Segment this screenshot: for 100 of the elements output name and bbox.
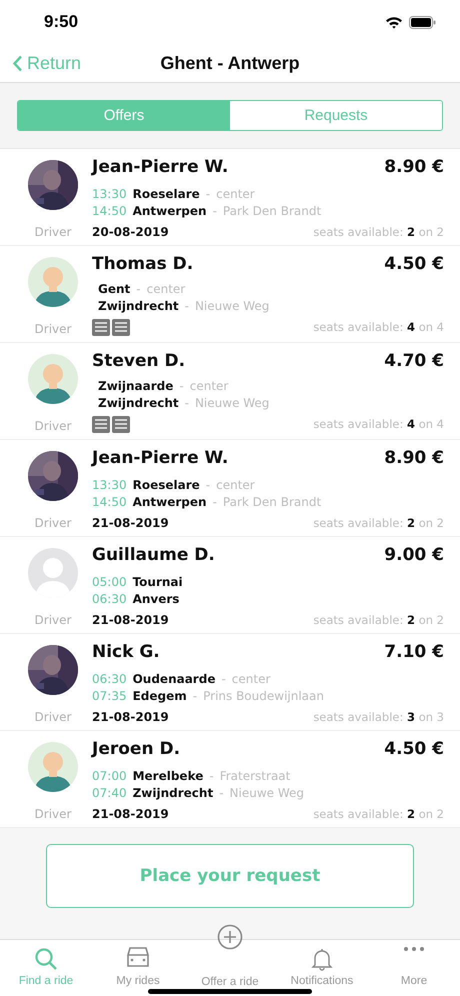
- ride-date: 21-08-2019: [92, 613, 169, 627]
- stop-city: Antwerpen: [132, 204, 207, 218]
- stop-place: Park Den Brandt: [222, 495, 322, 509]
- ride-date: 21-08-2019: [92, 516, 169, 530]
- role-label: Driver: [34, 225, 72, 239]
- ride-date: 21-08-2019: [92, 807, 169, 821]
- seats-available: seats available: 4 on 4: [313, 417, 444, 431]
- stop-city: Zwijndrecht: [132, 786, 214, 800]
- segment-tab[interactable]: Offers: [18, 101, 230, 130]
- separator: -: [184, 299, 189, 313]
- role-label: Driver: [34, 419, 72, 433]
- role-label: Driver: [34, 710, 72, 724]
- stop-time: 06:30: [92, 592, 127, 606]
- ride-date: 21-08-2019: [92, 710, 169, 724]
- status-time: 9:50: [44, 12, 78, 32]
- tab-bar-item[interactable]: More: [368, 940, 460, 996]
- stop-city: Roeselare: [132, 478, 200, 492]
- segment-tab[interactable]: Requests: [230, 101, 442, 130]
- stop-place: Fraterstraat: [220, 769, 290, 783]
- stop-city: Oudenaarde: [132, 672, 216, 686]
- stop-city: Zwijnaarde: [98, 379, 174, 393]
- stop-time: 13:30: [92, 478, 127, 492]
- chevron-left-icon: [12, 54, 23, 72]
- driver-name: Thomas D.: [92, 254, 194, 274]
- seats-icon: [92, 415, 130, 433]
- stop-place: Nieuwe Weg: [194, 299, 270, 313]
- search-icon: [33, 946, 59, 972]
- stop-city: Edegem: [132, 689, 187, 703]
- stop-time: 06:30: [92, 672, 127, 686]
- separator: -: [206, 478, 210, 492]
- seats-available: seats available: 2 on 2: [313, 225, 444, 239]
- separator: -: [136, 282, 141, 296]
- price: 8.90 €: [384, 157, 444, 177]
- stop-city: Gent: [98, 282, 130, 296]
- stop-place: center: [216, 478, 255, 492]
- role-label: Driver: [34, 322, 72, 336]
- price: 7.10 €: [384, 642, 444, 662]
- stop-city: Zwijndrecht: [98, 299, 179, 313]
- stop-place: center: [232, 672, 270, 686]
- stop-city: Zwijndrecht: [98, 396, 179, 410]
- stop-city: Anvers: [132, 592, 180, 606]
- price: 9.00 €: [384, 545, 444, 565]
- separator: -: [221, 672, 226, 686]
- seats-available: seats available: 2 on 2: [313, 613, 444, 627]
- stop-place: Nieuwe Weg: [194, 396, 270, 410]
- stop-city: Antwerpen: [132, 495, 207, 509]
- stop-place: Nieuwe Weg: [230, 786, 304, 800]
- tab-bar-item[interactable]: Find a ride: [0, 940, 92, 996]
- seats-available: seats available: 3 on 3: [313, 710, 444, 724]
- stop-city: Merelbeke: [132, 769, 204, 783]
- seats-available: seats available: 2 on 2: [313, 516, 444, 530]
- separator: -: [212, 495, 217, 509]
- driver-name: Jean-Pierre W.: [92, 448, 228, 468]
- driver-name: Steven D.: [92, 351, 186, 371]
- price: 4.70 €: [384, 351, 444, 371]
- price: 4.50 €: [384, 739, 444, 759]
- stop-place: Prins Boudewijnlaan: [203, 689, 324, 703]
- separator: -: [184, 396, 189, 410]
- driver-name: Jean-Pierre W.: [92, 157, 228, 177]
- plus-icon: [217, 924, 243, 950]
- driver-name: Nick G.: [92, 642, 160, 662]
- stop-place: center: [146, 282, 186, 296]
- separator: -: [219, 786, 224, 800]
- separator: -: [179, 379, 184, 393]
- notifications-icon: [309, 946, 335, 972]
- stop-time: 07:40: [92, 786, 127, 800]
- tab-bar-item[interactable]: Notifications: [276, 940, 368, 996]
- seats-available: seats available: 4 on 4: [313, 320, 444, 334]
- driver-name: Guillaume D.: [92, 545, 215, 565]
- stop-time: 14:50: [92, 204, 127, 218]
- tab-bar-item[interactable]: Offer a ride: [184, 918, 276, 996]
- stop-place: center: [190, 379, 228, 393]
- separator: -: [206, 187, 210, 201]
- stop-city: Tournai: [132, 575, 183, 589]
- role-label: Driver: [34, 613, 72, 627]
- stop-time: 14:50: [92, 495, 127, 509]
- driver-name: Jeroen D.: [92, 739, 180, 759]
- stop-time: 07:35: [92, 689, 127, 703]
- battery-icon: [409, 16, 436, 28]
- stop-time: 13:30: [92, 187, 127, 201]
- seats-icon: [92, 318, 130, 336]
- stop-place: center: [216, 187, 255, 201]
- wifi-icon: [385, 16, 403, 28]
- price: 4.50 €: [384, 254, 444, 274]
- role-label: Driver: [34, 807, 72, 821]
- seats-available: seats available: 2 on 2: [313, 807, 444, 821]
- tab-bar-item[interactable]: My rides: [92, 940, 184, 996]
- car-icon: [125, 946, 151, 968]
- more-icon: [403, 946, 425, 952]
- ride-date: 20-08-2019: [92, 225, 169, 239]
- separator: -: [212, 204, 217, 218]
- separator: -: [209, 769, 214, 783]
- stop-city: Roeselare: [132, 187, 200, 201]
- place-request-button[interactable]: Place your request: [46, 844, 414, 908]
- role-label: Driver: [34, 516, 72, 530]
- separator: -: [192, 689, 198, 703]
- stop-time: 05:00: [92, 575, 127, 589]
- back-button[interactable]: Return: [12, 52, 82, 74]
- screen-title: Ghent - Antwerp: [160, 52, 300, 74]
- stop-time: 07:00: [92, 769, 127, 783]
